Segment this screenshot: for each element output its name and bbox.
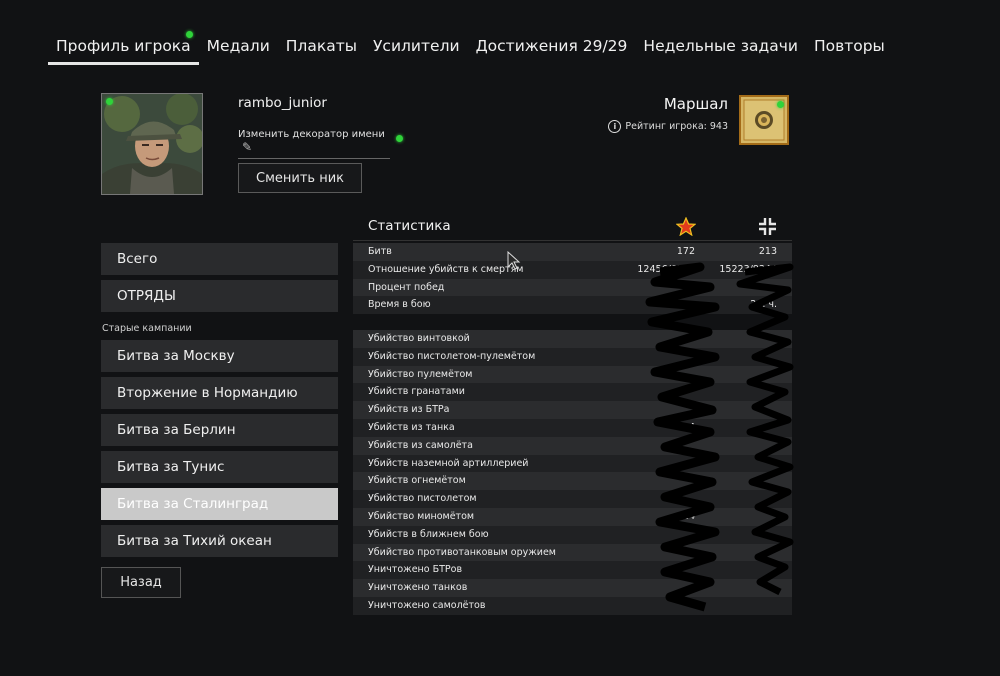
compress-icon[interactable] — [759, 218, 776, 235]
stat-label: Убийств из танка — [368, 422, 455, 433]
tab-2[interactable]: Плакаты — [278, 34, 365, 62]
stat-label: Процент побед — [368, 281, 445, 293]
rank-notification-dot — [777, 101, 784, 108]
stat-label: Убийство противотанковым оружием — [368, 546, 556, 558]
player-avatar[interactable] — [101, 93, 203, 195]
tab-label: Плакаты — [285, 37, 357, 55]
tab-label: Медали — [206, 37, 270, 55]
sidebar-item-pacific[interactable]: Битва за Тихий океан — [101, 525, 338, 557]
sidebar-item-squads[interactable]: ОТРЯДЫ — [101, 280, 338, 312]
stat-label: Уничтожено БТРов — [368, 564, 463, 576]
stat-label: Убийство винтовкой — [368, 333, 470, 344]
name-decorator-link[interactable]: Изменить декоратор имени✎ — [238, 129, 390, 159]
tab-5[interactable]: Недельные задачи — [635, 34, 806, 62]
stat-label: Убийств гранатами — [368, 386, 465, 398]
decorator-notification-dot — [396, 135, 403, 142]
rank-badge[interactable] — [739, 95, 789, 145]
tab-6[interactable]: Повторы — [806, 34, 893, 62]
stat-label: Убийство миномётом — [368, 511, 475, 522]
tab-notification-dot — [185, 31, 193, 38]
stat-label: Убийство пистолетом-пулемётом — [368, 350, 536, 362]
avatar-notification-dot — [106, 98, 113, 105]
top-tabs: Профиль игрока Медали Плакаты Усилители Дост… — [48, 31, 893, 65]
stat-label: Уничтожено самолётов — [368, 600, 486, 611]
stat-value: 172 — [676, 246, 695, 257]
stats-title: Статистика — [368, 218, 451, 234]
sidebar-item-total[interactable]: Всего — [101, 243, 338, 275]
censor-scribble — [645, 262, 794, 612]
stat-label: Уничтожено танков — [368, 582, 468, 594]
pencil-icon: ✎ — [242, 140, 253, 154]
stat-label: Убийств огнемётом — [368, 475, 466, 487]
stat-label: Убийств наземной артиллерией — [368, 457, 529, 469]
stat-label: Убийств в ближнем бою — [368, 528, 489, 540]
tab-4[interactable]: Достижения 29/29 — [468, 34, 636, 62]
mouse-cursor-icon — [507, 251, 521, 270]
sidebar-item-normandy[interactable]: Вторжение в Нормандию — [101, 377, 338, 409]
avatar-portrait-icon — [102, 94, 202, 194]
stat-label: Отношение убийств к смертям — [368, 263, 524, 275]
stat-value: 213 — [758, 246, 777, 257]
tab-label: Усилители — [372, 37, 460, 55]
tab-label: Повторы — [813, 37, 885, 55]
stat-row: Битв 172 213 — [353, 243, 792, 261]
sidebar-item-berlin[interactable]: Битва за Берлин — [101, 414, 338, 446]
stat-label: Битв — [368, 246, 392, 257]
stat-label: Убийство пулемётом — [368, 368, 473, 380]
sidebar-item-stalingrad[interactable]: Битва за Сталинград — [101, 488, 338, 520]
change-nick-button[interactable]: Сменить ник — [238, 163, 362, 193]
info-icon[interactable]: i — [608, 120, 622, 133]
stat-label: Убийство пистолетом — [368, 493, 477, 505]
sidebar-item-moscow[interactable]: Битва за Москву — [101, 340, 338, 372]
player-rating: i Рейтинг игрока: 943 — [608, 120, 728, 133]
tab-label: Профиль игрока — [56, 37, 191, 55]
player-rating-text: Рейтинг игрока: 943 — [625, 121, 728, 132]
player-rank: Маршал — [663, 95, 728, 113]
star-icon — [676, 217, 696, 236]
old-campaigns-caption: Старые кампании — [102, 323, 192, 334]
tab-3[interactable]: Усилители — [365, 34, 468, 62]
player-username: rambo_junior — [238, 95, 327, 111]
tab-label: Недельные задачи — [643, 37, 798, 55]
stats-header-divider — [353, 240, 792, 241]
sidebar-item-tunisia[interactable]: Битва за Тунис — [101, 451, 338, 483]
stat-label: Убийств из БТРа — [368, 404, 450, 416]
back-button[interactable]: Назад — [101, 567, 181, 598]
tab-1[interactable]: Медали — [199, 34, 278, 62]
tab-0[interactable]: Профиль игрока — [48, 31, 199, 65]
name-decorator-label: Изменить декоратор имени — [238, 129, 385, 140]
tab-label: Достижения 29/29 — [475, 37, 628, 55]
stat-label: Убийств из самолёта — [368, 439, 473, 451]
stat-label: Время в бою — [368, 299, 431, 311]
